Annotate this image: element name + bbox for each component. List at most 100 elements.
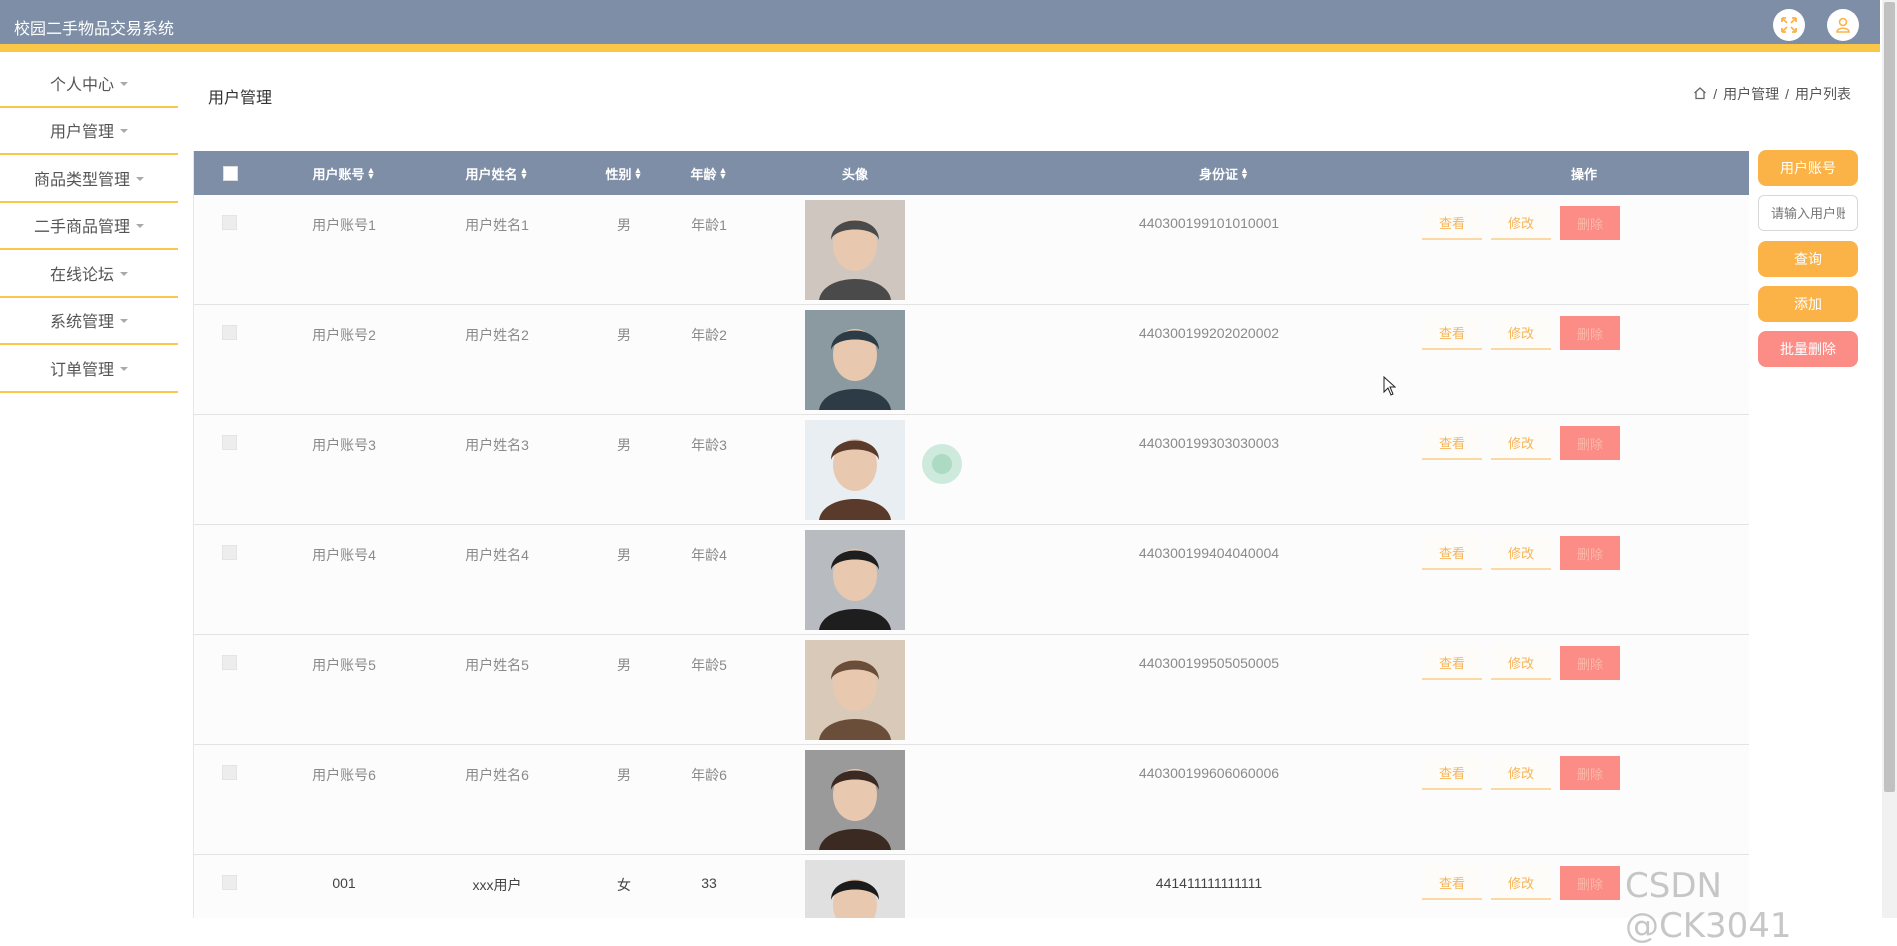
cell-idcard: 441411111111111 (1155, 875, 1263, 891)
breadcrumb-separator: / (1785, 86, 1789, 102)
view-button[interactable]: 查看 (1422, 866, 1482, 900)
column-header-actions: 操作 (1570, 166, 1597, 182)
breadcrumb-separator: / (1713, 86, 1718, 102)
delete-button[interactable]: 删除 (1560, 316, 1620, 350)
select-all-checkbox[interactable] (222, 151, 238, 195)
sidebar-item-system[interactable]: 系统管理 (0, 298, 178, 345)
row-checkbox[interactable] (222, 215, 237, 230)
cell-account: 001 (332, 875, 356, 891)
sidebar-item-label: 在线论坛 (49, 266, 114, 284)
sidebar-item-personal-center[interactable]: 个人中心 (0, 60, 178, 108)
edit-button[interactable]: 修改 (1491, 316, 1551, 350)
sort-icon[interactable]: ▲ ▼ (520, 166, 529, 181)
cell-account: 用户账号3 (312, 437, 376, 453)
top-bar: 校园二手物品交易系统 (0, 0, 1880, 52)
cell-name: 用户姓名2 (465, 327, 529, 343)
user-table: 用户账号 ▲ ▼ 用户姓名 ▲ ▼ 性别 ▲ ▼ 年龄 ▲ ▼ 头像 身份证 ▲ ▼ 操作 用户账号… (193, 151, 1749, 918)
cell-age: 年龄5 (691, 657, 727, 673)
scrollbar-thumb[interactable] (1884, 2, 1895, 792)
cell-gender: 女 (617, 877, 631, 893)
mouse-cursor-icon (1383, 375, 1397, 401)
sidebar-item-orders[interactable]: 订单管理 (0, 345, 178, 393)
row-checkbox[interactable] (222, 325, 237, 340)
edit-button[interactable]: 修改 (1491, 206, 1551, 240)
row-checkbox[interactable] (222, 875, 237, 890)
sort-icon[interactable]: ▲ ▼ (367, 166, 376, 181)
delete-button[interactable]: 删除 (1560, 756, 1620, 790)
sidebar-item-label: 订单管理 (49, 361, 114, 379)
sort-icon[interactable]: ▲ ▼ (719, 166, 728, 181)
sort-icon[interactable]: ▲ ▼ (1240, 166, 1249, 181)
delete-button[interactable]: 删除 (1560, 536, 1620, 570)
cell-name: 用户姓名6 (465, 767, 529, 783)
chevron-down-icon (136, 176, 144, 181)
view-button[interactable]: 查看 (1422, 646, 1482, 680)
chevron-down-icon (120, 271, 128, 276)
row-checkbox[interactable] (222, 765, 237, 780)
view-button[interactable]: 查看 (1422, 206, 1482, 240)
search-input[interactable] (1758, 195, 1858, 231)
column-header-idcard[interactable]: 身份证 ▲ ▼ (1154, 151, 1294, 195)
sort-icon[interactable]: ▲ ▼ (634, 166, 643, 181)
delete-button[interactable]: 删除 (1560, 866, 1620, 900)
edit-button[interactable]: 修改 (1491, 536, 1551, 570)
column-header-account[interactable]: 用户账号 ▲ ▼ (284, 151, 404, 195)
cell-age: 年龄3 (691, 437, 727, 453)
breadcrumb-item-user-list: 用户列表 (1795, 86, 1851, 102)
cell-age: 年龄6 (691, 767, 727, 783)
batch-delete-button[interactable]: 批量删除 (1758, 331, 1858, 367)
column-header-name[interactable]: 用户姓名 ▲ ▼ (437, 151, 557, 195)
cell-age: 年龄2 (691, 327, 727, 343)
edit-button[interactable]: 修改 (1491, 866, 1551, 900)
query-button[interactable]: 查询 (1758, 241, 1858, 277)
cell-account: 用户账号4 (312, 547, 376, 563)
sidebar-item-label: 用户管理 (49, 124, 114, 142)
avatar (805, 530, 905, 630)
row-checkbox[interactable] (222, 545, 237, 560)
avatar (805, 860, 905, 918)
watermark: CSDN @CK3041 (1625, 866, 1792, 946)
sidebar-item-label: 二手商品管理 (33, 219, 130, 237)
view-button[interactable]: 查看 (1422, 756, 1482, 790)
avatar (805, 640, 905, 740)
sidebar-item-second-hand-goods[interactable]: 二手商品管理 (0, 203, 178, 250)
edit-button[interactable]: 修改 (1491, 756, 1551, 790)
avatar (805, 420, 905, 520)
table-row: 用户账号1 用户姓名1 男 年龄1 440300199101010001 查看 … (194, 195, 1749, 305)
edit-button[interactable]: 修改 (1491, 426, 1551, 460)
cell-gender: 男 (617, 767, 631, 783)
edit-button[interactable]: 修改 (1491, 646, 1551, 680)
cell-account: 用户账号2 (312, 327, 376, 343)
add-button[interactable]: 添加 (1758, 286, 1858, 322)
delete-button[interactable]: 删除 (1560, 646, 1620, 680)
cell-name: 用户姓名1 (465, 217, 529, 233)
page-scrollbar[interactable] (1882, 0, 1897, 918)
row-checkbox[interactable] (222, 435, 237, 450)
user-icon[interactable] (1827, 9, 1859, 41)
sidebar-item-label: 个人中心 (49, 76, 114, 94)
cell-idcard: 440300199404040004 (1138, 545, 1280, 561)
view-button[interactable]: 查看 (1422, 316, 1482, 350)
table-row: 用户账号6 用户姓名6 男 年龄6 440300199606060006 查看 … (194, 745, 1749, 855)
search-field-label: 用户账号 (1758, 150, 1858, 186)
column-header-gender[interactable]: 性别 ▲ ▼ (584, 151, 664, 195)
sidebar-item-label: 系统管理 (49, 314, 114, 332)
view-button[interactable]: 查看 (1422, 426, 1482, 460)
table-row: 用户账号5 用户姓名5 男 年龄5 440300199505050005 查看 … (194, 635, 1749, 745)
row-checkbox[interactable] (222, 655, 237, 670)
column-header-avatar: 头像 (841, 166, 868, 182)
sidebar-item-user-management[interactable]: 用户管理 (0, 108, 178, 155)
column-header-age[interactable]: 年龄 ▲ ▼ (669, 151, 749, 195)
home-icon[interactable] (1693, 86, 1707, 103)
cell-idcard: 440300199505050005 (1138, 655, 1280, 671)
cell-name: 用户姓名5 (465, 657, 529, 673)
fullscreen-icon[interactable] (1773, 9, 1805, 41)
sidebar-item-forum[interactable]: 在线论坛 (0, 250, 178, 298)
breadcrumb-item-user-management[interactable]: 用户管理 (1723, 84, 1779, 104)
cell-name: 用户姓名3 (465, 437, 529, 453)
sidebar-item-goods-type[interactable]: 商品类型管理 (0, 155, 178, 203)
view-button[interactable]: 查看 (1422, 536, 1482, 570)
chevron-down-icon (120, 81, 128, 86)
delete-button[interactable]: 删除 (1560, 426, 1620, 460)
delete-button[interactable]: 删除 (1560, 206, 1620, 240)
